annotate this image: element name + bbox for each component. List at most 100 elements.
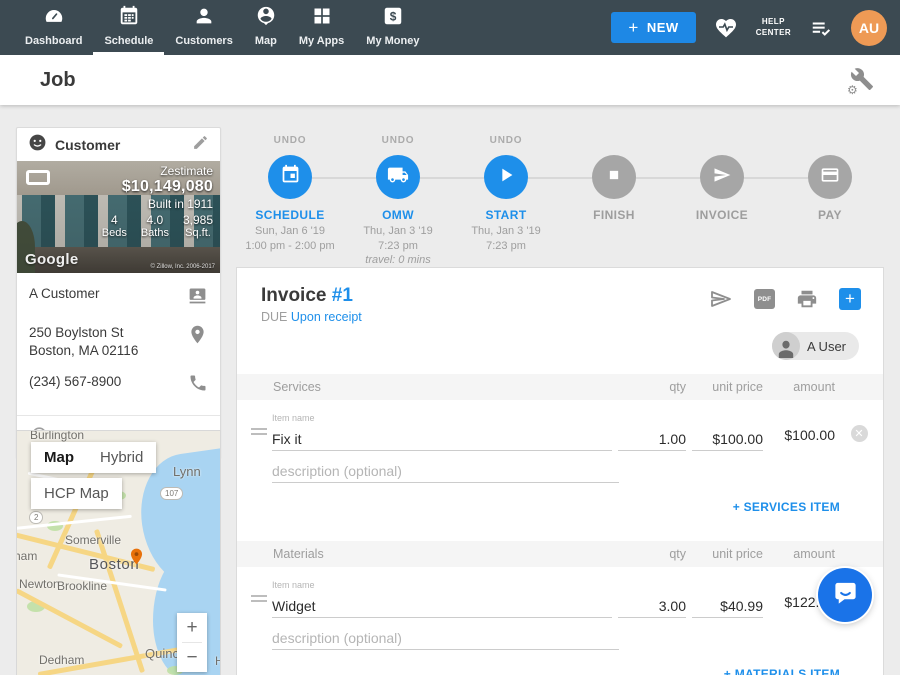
map-label-newton: Newton [19,577,60,591]
phone-icon[interactable] [188,373,208,398]
schedule-step-button[interactable] [268,155,312,199]
close-icon[interactable]: ✕ [851,425,868,442]
location-pin-icon[interactable] [187,324,208,360]
nav-my-apps-label: My Apps [299,35,344,47]
built-year: Built in 1911 [102,197,213,211]
due-value[interactable]: Upon receipt [291,310,362,324]
edit-pencil-icon[interactable] [192,134,209,156]
nav-right-controls: + NEW HELP CENTER AU [611,0,900,55]
service-amount: $100.00 [769,427,835,451]
undo-start[interactable]: UNDO [490,135,523,149]
drag-handle-icon[interactable] [251,425,267,438]
materials-title: Materials [273,547,618,561]
print-icon[interactable] [796,288,818,310]
invoice-number[interactable]: #1 [332,285,353,306]
route-2-shield: 2 [29,511,43,524]
user-avatar[interactable]: AU [851,10,887,46]
map-label-waltham: ham [16,549,37,563]
service-name-input[interactable] [272,427,612,451]
material-qty-input[interactable] [618,594,686,618]
step-start: UNDO START Thu, Jan 3 '197:23 pm [452,135,560,268]
help-center-link[interactable]: HELP CENTER [756,17,791,38]
chat-launcher-button[interactable] [818,568,872,622]
nav-my-apps[interactable]: My Apps [288,0,355,55]
zestimate-value: $10,149,080 [102,178,213,196]
job-workflow: UNDO SCHEDULE Sun, Jan 6 '191:00 pm - 2:… [236,135,884,268]
start-step-button[interactable] [484,155,528,199]
pay-step-button[interactable] [808,155,852,199]
omw-step-button[interactable] [376,155,420,199]
grid-icon [312,5,332,32]
omw-dates: Thu, Jan 3 '197:23 pmtravel: 0 mins [363,224,432,268]
property-photo[interactable]: Zestimate $10,149,080 Built in 1911 4Bed… [17,161,220,273]
send-invoice-icon[interactable] [709,287,733,311]
services-title: Services [273,380,618,394]
contact-card-icon[interactable] [187,285,208,311]
nav-schedule[interactable]: Schedule [93,0,164,55]
schedule-label: SCHEDULE [255,208,324,222]
customer-name: A Customer [29,285,100,311]
finish-label: FINISH [593,208,635,222]
amount-column-header: amount [769,380,835,394]
assignee-chip[interactable]: A User [772,332,859,360]
undo-omw[interactable]: UNDO [382,135,415,149]
nav-map[interactable]: Map [244,0,288,55]
item-name-label: Item name [272,580,612,590]
address-line2: Boston, MA 02116 [29,343,138,358]
invoice-step-button[interactable] [700,155,744,199]
zoom-in-button[interactable]: + [177,613,207,642]
baths-value: 4.0 [141,213,169,227]
pdf-icon[interactable]: PDF [754,289,775,309]
nav-schedule-label: Schedule [104,35,153,47]
add-invoice-item-button[interactable]: + [839,288,861,310]
nav-customers[interactable]: Customers [164,0,243,55]
checklist-icon[interactable] [808,17,834,39]
customer-details: A Customer 250 Boylston StBoston, MA 021… [17,273,220,415]
materials-item-row: Item name $122.97 ✕ [237,580,883,618]
map-road-4 [16,588,123,649]
nav-dashboard[interactable]: Dashboard [14,0,93,55]
material-unit-price-input[interactable] [692,594,763,618]
job-map-pin[interactable] [127,547,146,571]
step-pay: PAY [776,135,884,268]
undo-schedule[interactable]: UNDO [274,135,307,149]
material-name-input[interactable] [272,594,612,618]
customer-phone: (234) 567-8900 [29,373,121,398]
property-stats: 4Beds 4.0Baths 3,985Sq.ft. [102,213,213,239]
material-description-input[interactable] [272,626,619,650]
customer-address: 250 Boylston StBoston, MA 02116 [29,324,138,360]
customer-card-header: Customer [17,128,220,161]
travel-time: travel: 0 mins [365,254,430,266]
nav-dashboard-label: Dashboard [25,35,82,47]
nav-my-money[interactable]: $ My Money [355,0,430,55]
finish-step-button[interactable] [592,155,636,199]
nav-map-label: Map [255,35,277,47]
dollar-icon: $ [382,5,404,32]
health-heart-icon[interactable] [713,16,739,40]
item-name-label: Item name [272,413,612,423]
service-description-input[interactable] [272,459,619,483]
map-type-hybrid[interactable]: Hybrid [87,442,156,473]
customer-name-row: A Customer [29,285,208,311]
qty-column-header: qty [618,547,686,561]
zoom-out-button[interactable]: − [177,643,207,672]
services-item-row: Item name $100.00 ✕ [237,413,883,451]
due-label: DUE [261,310,287,324]
service-qty-input[interactable] [618,427,686,451]
service-unit-price-input[interactable] [692,427,763,451]
photo-frame-icon[interactable] [26,170,50,185]
add-materials-item-link[interactable]: + MATERIALS ITEM [237,667,883,675]
map-type-map[interactable]: Map [31,442,87,473]
omw-label: OMW [382,208,414,222]
hcp-map-button[interactable]: HCP Map [31,478,122,509]
plus-icon: + [628,18,638,38]
drag-handle-icon[interactable] [251,592,267,605]
material-description-row [272,626,619,650]
assignee-name: A User [807,339,846,354]
add-services-item-link[interactable]: + SERVICES ITEM [237,500,883,514]
map-card[interactable]: Burlington Lynn Somerville ham Boston Ne… [16,430,221,675]
new-button[interactable]: + NEW [611,12,695,43]
beds-value: 4 [102,213,127,227]
job-tools-icon[interactable]: ⚙ [850,67,876,93]
customer-card-title: Customer [55,137,184,153]
